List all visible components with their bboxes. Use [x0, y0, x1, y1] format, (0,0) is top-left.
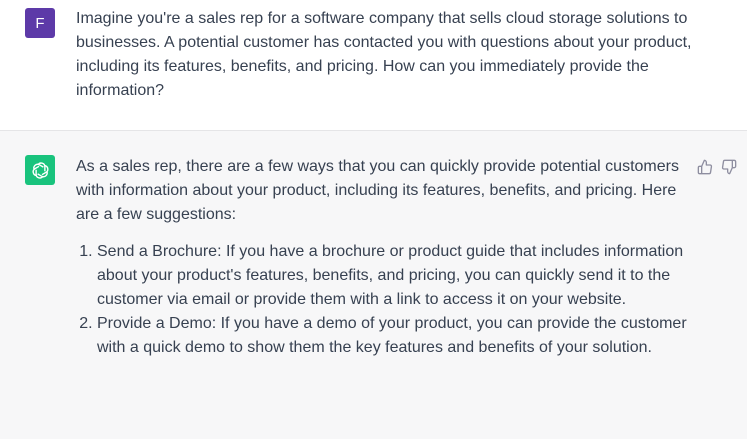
- thumbs-down-icon[interactable]: [721, 159, 737, 175]
- feedback-buttons: [697, 159, 737, 175]
- user-message: F Imagine you're a sales rep for a softw…: [0, 0, 747, 131]
- user-avatar: F: [25, 8, 55, 38]
- list-item: Provide a Demo: If you have a demo of yo…: [97, 312, 688, 360]
- assistant-message: As a sales rep, there are a few ways tha…: [0, 131, 747, 439]
- list-item: Send a Brochure: If you have a brochure …: [97, 240, 688, 312]
- user-message-text: Imagine you're a sales rep for a softwar…: [76, 10, 692, 99]
- assistant-message-text: As a sales rep, there are a few ways tha…: [76, 155, 688, 360]
- thumbs-up-icon[interactable]: [697, 159, 713, 175]
- openai-logo-icon: [25, 155, 55, 185]
- suggestion-list: Send a Brochure: If you have a brochure …: [76, 240, 688, 360]
- assistant-intro: As a sales rep, there are a few ways tha…: [76, 158, 679, 223]
